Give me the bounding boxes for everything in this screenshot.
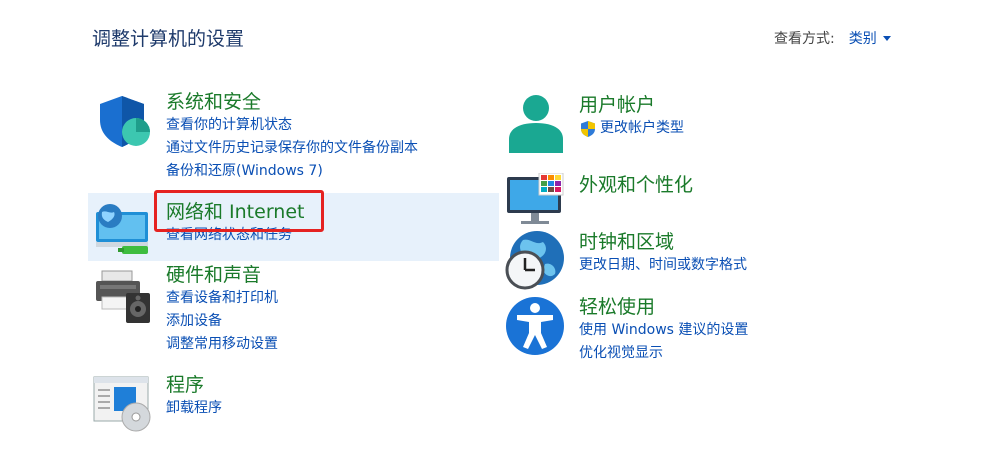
- link-backup-restore[interactable]: 备份和还原(Windows 7): [166, 160, 418, 183]
- view-by-dropdown[interactable]: 类别: [849, 28, 891, 48]
- programs-disc-icon: [92, 373, 152, 433]
- view-by-label: 查看方式:: [774, 31, 835, 47]
- link-optimize-visual-display[interactable]: 优化视觉显示: [579, 342, 748, 365]
- annotation-highlight-box: [154, 190, 324, 232]
- category-title[interactable]: 时钟和区域: [579, 230, 747, 254]
- link-change-date-time-format[interactable]: 更改日期、时间或数字格式: [579, 254, 747, 277]
- category-title[interactable]: 硬件和声音: [166, 263, 278, 287]
- link-label: 更改帐户类型: [600, 120, 684, 136]
- chevron-down-icon: [882, 35, 891, 41]
- link-change-account-type[interactable]: 更改帐户类型: [579, 117, 684, 140]
- category-title[interactable]: 系统和安全: [166, 90, 418, 114]
- category-title[interactable]: 用户帐户: [579, 93, 684, 117]
- page-title: 调整计算机的设置: [92, 28, 245, 50]
- link-file-history[interactable]: 通过文件历史记录保存你的文件备份副本: [166, 137, 418, 160]
- monitor-palette-icon: [505, 173, 565, 233]
- link-mobility-settings[interactable]: 调整常用移动设置: [166, 333, 278, 356]
- accessibility-icon: [505, 295, 565, 355]
- printer-speaker-icon: [92, 263, 152, 323]
- globe-clock-icon: [505, 230, 565, 290]
- network-globe-icon: [92, 200, 152, 260]
- link-view-computer-status[interactable]: 查看你的计算机状态: [166, 114, 418, 137]
- link-recommended-settings[interactable]: 使用 Windows 建议的设置: [579, 319, 748, 342]
- link-add-device[interactable]: 添加设备: [166, 310, 278, 333]
- view-by-value: 类别: [848, 31, 877, 47]
- category-title[interactable]: 外观和个性化: [579, 173, 693, 197]
- link-uninstall-program[interactable]: 卸载程序: [166, 397, 222, 420]
- shield-icon: [92, 90, 152, 150]
- user-icon: [505, 93, 565, 153]
- link-devices-printers[interactable]: 查看设备和打印机: [166, 287, 278, 310]
- view-by: 查看方式: 类别: [774, 28, 891, 48]
- category-title[interactable]: 程序: [166, 373, 222, 397]
- category-title[interactable]: 轻松使用: [579, 295, 748, 319]
- uac-shield-icon: [579, 120, 597, 138]
